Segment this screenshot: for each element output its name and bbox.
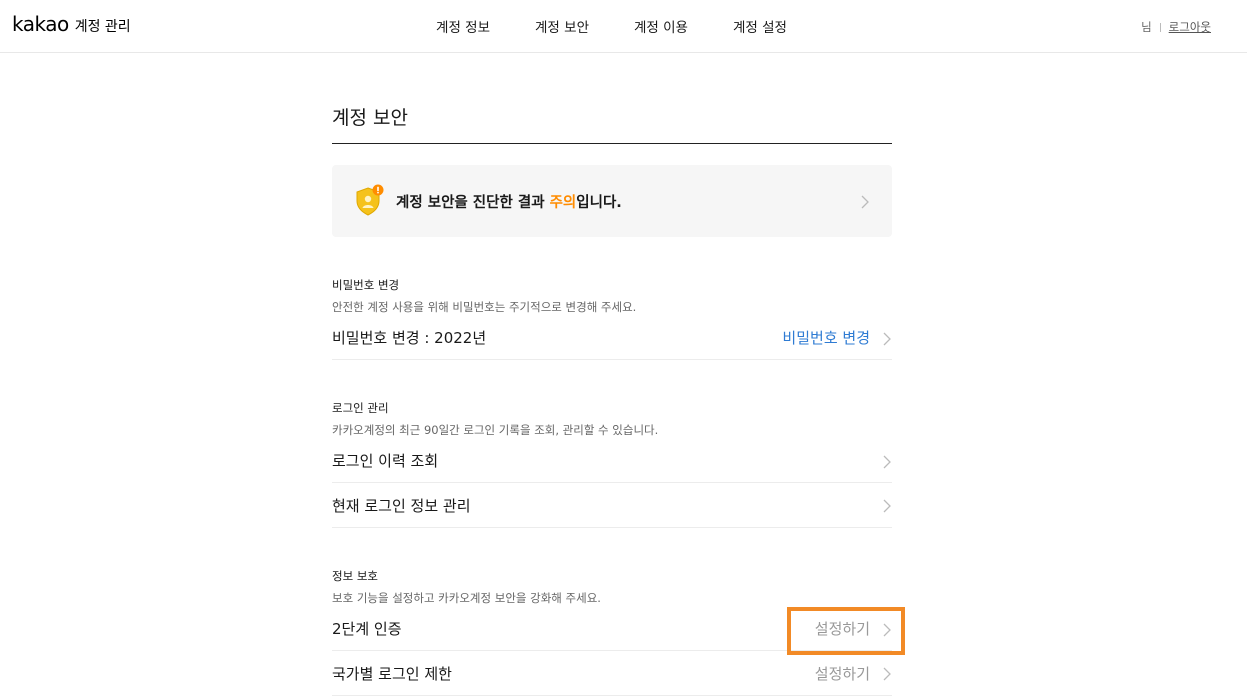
divider xyxy=(1159,22,1161,32)
two-factor-row[interactable]: 2단계 인증 설정하기 xyxy=(332,607,892,651)
country-restriction-label: 국가별 로그인 제한 xyxy=(332,664,452,683)
current-login-label: 현재 로그인 정보 관리 xyxy=(332,496,471,515)
chevron-right-icon xyxy=(882,454,892,468)
kakao-logo[interactable]: kakao xyxy=(12,12,69,36)
main-nav: 계정 정보 계정 보안 계정 이용 계정 설정 xyxy=(0,16,1247,36)
shield-warning-icon xyxy=(354,184,384,218)
chevron-right-icon xyxy=(882,498,892,513)
section-title: 정보 보호 xyxy=(332,569,378,583)
password-section: 비밀번호 변경 안전한 계정 사용을 위해 비밀번호는 주기적으로 변경해 주세… xyxy=(332,277,892,360)
user-utility: 님 로그아웃 xyxy=(1141,19,1211,35)
app-name[interactable]: 계정 관리 xyxy=(75,16,131,36)
diagnosis-status: 주의 xyxy=(549,194,577,211)
country-restriction-setup-button[interactable]: 설정하기 xyxy=(815,663,870,684)
protection-section: 정보 보호 보호 기능을 설정하고 카카오계정 보안을 강화해 주세요. 2단계… xyxy=(332,568,892,696)
section-description: 안전한 계정 사용을 위해 비밀번호는 주기적으로 변경해 주세요. xyxy=(332,300,637,314)
section-title: 비밀번호 변경 xyxy=(332,278,400,292)
nav-account-security[interactable]: 계정 보안 xyxy=(535,16,589,36)
current-login-row[interactable]: 현재 로그인 정보 관리 xyxy=(332,483,892,528)
brand[interactable]: kakao 계정 관리 xyxy=(12,12,131,36)
nav-account-info[interactable]: 계정 정보 xyxy=(436,16,490,36)
main-content: 계정 보안 계정 보안을 진단한 결과 주의입니다. 비밀번호 변경 안전한 계… xyxy=(332,53,892,696)
login-section: 로그인 관리 카카오계정의 최근 90일간 로그인 기록을 조회, 관리할 수 … xyxy=(332,400,892,528)
top-header: kakao 계정 관리 계정 정보 계정 보안 계정 이용 계정 설정 님 로그… xyxy=(0,0,1247,53)
user-name: 님 xyxy=(1141,20,1152,34)
password-change-button[interactable]: 비밀번호 변경 xyxy=(782,327,870,348)
login-history-label: 로그인 이력 조회 xyxy=(332,452,439,470)
nav-account-settings[interactable]: 계정 설정 xyxy=(733,16,787,36)
two-factor-label: 2단계 인증 xyxy=(332,620,402,638)
nav-account-usage[interactable]: 계정 이용 xyxy=(634,16,688,36)
diagnosis-prefix: 계정 보안을 진단한 결과 xyxy=(396,194,550,211)
two-factor-setup-button[interactable]: 설정하기 xyxy=(815,618,870,639)
section-description: 카카오계정의 최근 90일간 로그인 기록을 조회, 관리할 수 있습니다. xyxy=(332,423,659,437)
diagnosis-text: 계정 보안을 진단한 결과 주의입니다. xyxy=(396,191,860,212)
section-description: 보호 기능을 설정하고 카카오계정 보안을 강화해 주세요. xyxy=(332,591,601,605)
logout-link[interactable]: 로그아웃 xyxy=(1169,19,1211,35)
chevron-right-icon xyxy=(882,666,892,681)
password-change-row[interactable]: 비밀번호 변경 : 2022년 비밀번호 변경 xyxy=(332,316,892,360)
chevron-right-icon xyxy=(860,194,870,209)
section-title: 로그인 관리 xyxy=(332,401,389,415)
chevron-right-icon xyxy=(882,622,892,636)
security-diagnosis-banner[interactable]: 계정 보안을 진단한 결과 주의입니다. xyxy=(332,165,892,237)
page-title: 계정 보안 xyxy=(332,53,892,144)
country-restriction-row[interactable]: 국가별 로그인 제한 설정하기 xyxy=(332,651,892,696)
diagnosis-suffix: 입니다. xyxy=(576,194,622,211)
chevron-right-icon xyxy=(882,331,892,345)
password-change-label: 비밀번호 변경 : 2022년 xyxy=(332,329,487,347)
login-history-row[interactable]: 로그인 이력 조회 xyxy=(332,439,892,483)
